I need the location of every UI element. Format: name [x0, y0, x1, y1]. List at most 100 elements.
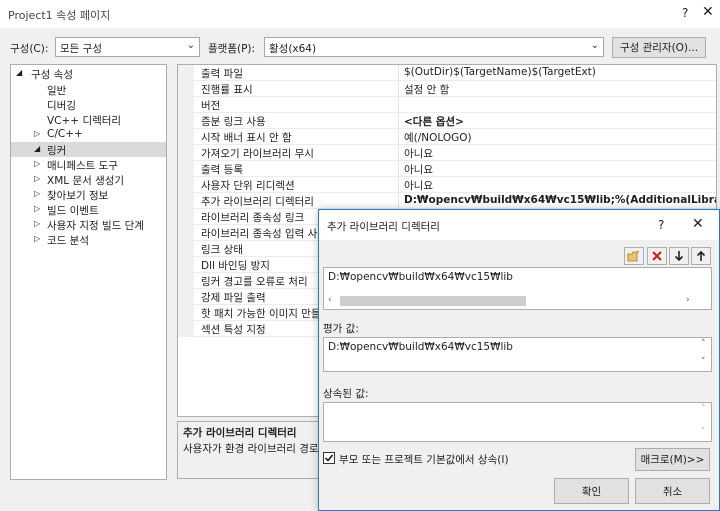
config-select[interactable]: 모든 구성 ⌄: [55, 37, 200, 57]
scroll-up-icon: ˄: [701, 404, 706, 414]
property-name: 가져오기 라이브러리 무시: [201, 148, 314, 160]
macro-button[interactable]: 매크로(M)>>: [635, 448, 710, 471]
platform-select[interactable]: 활성(x64) ⌄: [264, 37, 604, 57]
tree-item-manifest-tool[interactable]: ▷ 매니페스트 도구: [11, 157, 166, 172]
expand-icon[interactable]: ▷: [34, 174, 40, 183]
collapse-icon[interactable]: ◢: [34, 144, 40, 153]
property-name: 증분 링크 사용: [201, 116, 266, 128]
property-value[interactable]: 예(/NOLOGO): [404, 130, 472, 145]
table-row[interactable]: 시작 배너 표시 안 함 예(/NOLOGO): [178, 129, 716, 145]
tree-item-label: 매니페스트 도구: [47, 160, 118, 172]
property-name: 추가 라이브러리 디렉터리: [201, 196, 314, 208]
evaluated-label: 평가 값:: [323, 323, 359, 335]
property-name: 진행률 표시: [201, 84, 253, 96]
table-row[interactable]: 가져오기 라이브러리 무시 아니요: [178, 145, 716, 161]
dialog-title: 추가 라이브러리 디렉터리: [327, 221, 440, 233]
tree-item-label: 링커: [47, 145, 67, 157]
tree-item-label: VC++ 디렉터리: [47, 115, 122, 127]
expand-icon[interactable]: ▷: [34, 129, 40, 138]
tree-root[interactable]: 구성 속성: [31, 67, 73, 82]
dialog-title-bar: 추가 라이브러리 디렉터리 ? ✕: [319, 210, 719, 240]
chevron-down-icon: ⌄: [590, 40, 599, 51]
help-icon[interactable]: ?: [682, 6, 688, 20]
close-icon[interactable]: ✕: [692, 216, 704, 232]
expand-icon[interactable]: ▷: [34, 159, 40, 168]
table-row[interactable]: 출력 등록 아니요: [178, 161, 716, 177]
property-value[interactable]: 아니요: [404, 178, 433, 193]
table-row[interactable]: 진행률 표시 설정 안 함: [178, 81, 716, 97]
inherited-value-box: ˄ ˅: [323, 402, 712, 442]
list-item[interactable]: D:₩opencv₩build₩x64₩vc15₩lib: [328, 271, 513, 283]
tree-item-custom-build[interactable]: ▷ 사용자 지정 빌드 단계: [11, 217, 166, 232]
property-value[interactable]: 아니요: [404, 146, 433, 161]
property-name: 라이브러리 종속성 링크: [201, 212, 305, 224]
title-bar: Project1 속성 페이지 ? ✕: [0, 0, 720, 28]
property-name: 핫 패치 가능한 이미지 만들기: [201, 308, 331, 320]
inherit-checkbox[interactable]: [323, 452, 335, 464]
description-title: 추가 라이브러리 디렉터리: [183, 427, 297, 439]
move-down-button[interactable]: [669, 247, 689, 265]
delete-line-button[interactable]: [647, 247, 667, 265]
tree-item-xml-doc[interactable]: ▷ XML 문서 생성기: [11, 172, 166, 187]
property-value[interactable]: 설정 안 함: [404, 82, 449, 97]
tree-item-debugging[interactable]: 디버깅: [11, 97, 166, 112]
property-name: 출력 파일: [201, 68, 243, 80]
evaluated-value-box: D:₩opencv₩build₩x64₩vc15₩lib ˄ ˅: [323, 337, 712, 372]
scroll-up-icon[interactable]: ˄: [701, 339, 706, 349]
arrow-down-icon: [674, 251, 684, 262]
directory-list[interactable]: D:₩opencv₩build₩x64₩vc15₩lib ‹ ›: [323, 267, 712, 310]
inherited-label: 상속된 값:: [323, 388, 369, 400]
table-row[interactable]: 버전: [178, 97, 716, 113]
config-select-value: 모든 구성: [60, 43, 102, 55]
arrow-up-icon: [696, 250, 706, 261]
close-icon[interactable]: ✕: [702, 4, 714, 20]
table-row[interactable]: 사용자 단위 리디렉션 아니요: [178, 177, 716, 193]
property-name: 링크 상태: [201, 244, 243, 256]
additional-library-directories-dialog: 추가 라이브러리 디렉터리 ? ✕ D:₩opencv₩build₩x64₩vc…: [318, 209, 720, 511]
tree-item-label: 찾아보기 정보: [47, 190, 109, 202]
delete-icon: [652, 251, 662, 261]
property-name: 강제 파일 출력: [201, 292, 266, 304]
help-icon[interactable]: ?: [658, 218, 664, 232]
tree-item-build-events[interactable]: ▷ 빌드 이벤트: [11, 202, 166, 217]
tree-item-label: XML 문서 생성기: [47, 175, 125, 187]
ok-button[interactable]: 확인: [554, 478, 629, 504]
platform-select-value: 활성(x64): [269, 43, 317, 55]
expand-icon[interactable]: ▷: [34, 204, 40, 213]
table-row[interactable]: 출력 파일 $(OutDir)$(TargetName)$(TargetExt): [178, 65, 716, 81]
chevron-down-icon: ⌄: [186, 40, 195, 51]
cancel-button[interactable]: 취소: [635, 478, 710, 504]
tree-item-browse-info[interactable]: ▷ 찾아보기 정보: [11, 187, 166, 202]
inherit-checkbox-label[interactable]: 부모 또는 프로젝트 기본값에서 상속(I): [339, 452, 509, 467]
table-row[interactable]: 증분 링크 사용 <다른 옵션>: [178, 113, 716, 129]
property-value[interactable]: <다른 옵션>: [404, 114, 464, 129]
config-label: 구성(C):: [10, 43, 49, 55]
expand-icon[interactable]: ▷: [34, 189, 40, 198]
tree-item-label: C/C++: [47, 128, 83, 140]
platform-label: 플랫폼(P):: [208, 43, 256, 55]
expand-icon[interactable]: ▷: [34, 234, 40, 243]
scroll-down-icon[interactable]: ˅: [701, 357, 706, 367]
property-value[interactable]: D:₩opencv₩build₩x64₩vc15₩lib;%(Additiona…: [404, 194, 716, 206]
collapse-icon[interactable]: ◢: [16, 68, 22, 77]
property-value[interactable]: 아니요: [404, 162, 433, 177]
property-name: 시작 배너 표시 안 함: [201, 132, 292, 144]
property-value[interactable]: $(OutDir)$(TargetName)$(TargetExt): [404, 66, 596, 78]
new-line-button[interactable]: [624, 247, 644, 265]
tree-item-label: 빌드 이벤트: [47, 205, 99, 217]
checkmark-icon: [324, 454, 334, 462]
config-manager-button[interactable]: 구성 관리자(O)...: [612, 37, 706, 58]
tree-item-general[interactable]: 일반: [11, 82, 166, 97]
scroll-left-icon[interactable]: ‹: [328, 295, 332, 305]
tree-item-vc-directories[interactable]: VC++ 디렉터리: [11, 112, 166, 127]
table-row[interactable]: 추가 라이브러리 디렉터리 D:₩opencv₩build₩x64₩vc15₩li…: [178, 193, 716, 209]
expand-icon[interactable]: ▷: [34, 219, 40, 228]
tree-item-code-analysis[interactable]: ▷ 코드 분석: [11, 232, 166, 247]
move-up-button[interactable]: [691, 247, 711, 265]
property-name: 사용자 단위 리디렉션: [201, 180, 295, 192]
tree-item-cpp[interactable]: ▷ C/C++: [11, 127, 166, 142]
scroll-right-icon[interactable]: ›: [686, 295, 690, 305]
horizontal-scrollbar-thumb[interactable]: [340, 296, 526, 306]
tree-item-linker[interactable]: ◢ 링커: [11, 142, 166, 157]
tree-item-label: 사용자 지정 빌드 단계: [47, 220, 144, 232]
